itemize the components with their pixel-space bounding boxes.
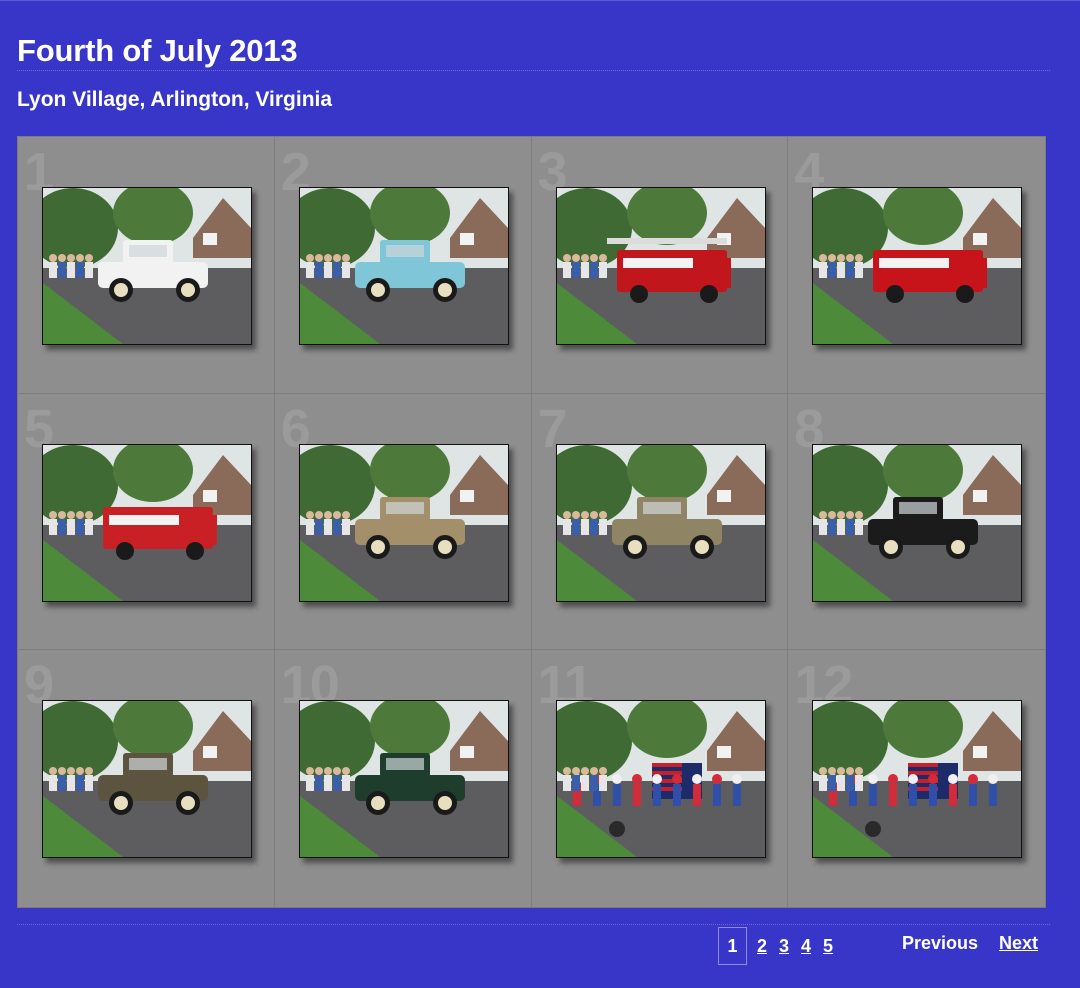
page-link-current: 1 xyxy=(718,927,747,965)
photo-image xyxy=(299,444,508,601)
gallery-cell: 2 xyxy=(274,137,532,394)
photo-image xyxy=(43,701,251,858)
photo-image xyxy=(556,444,765,601)
gallery-cell: 7 xyxy=(531,393,789,651)
page-link[interactable]: 2 xyxy=(757,936,767,957)
photo-thumbnail[interactable] xyxy=(42,187,252,345)
photo-grid: 1 2 3 4 5 6 7 8 9 10 11 12 xyxy=(17,136,1046,908)
photo-thumbnail[interactable] xyxy=(42,443,252,602)
page-header: Fourth of July 2013 Lyon Village, Arling… xyxy=(17,32,1050,113)
gallery-cell: 1 xyxy=(18,137,275,394)
photo-image xyxy=(813,701,1022,858)
gallery-cell: 6 xyxy=(274,393,532,651)
gallery-cell: 12 xyxy=(788,650,1045,907)
page-subtitle: Lyon Village, Arlington, Virginia xyxy=(17,88,333,111)
photo-thumbnail[interactable] xyxy=(555,443,766,602)
photo-thumbnail[interactable] xyxy=(812,443,1023,602)
photo-thumbnail[interactable] xyxy=(298,443,509,602)
previous-link: Previous xyxy=(902,933,979,953)
next-link[interactable]: Next xyxy=(999,933,1038,954)
photo-image xyxy=(299,701,508,858)
title-divider xyxy=(17,70,1050,71)
page-title: Fourth of July 2013 xyxy=(17,33,298,68)
photo-thumbnail[interactable] xyxy=(298,187,509,345)
page-link[interactable]: 5 xyxy=(823,936,833,957)
photo-thumbnail[interactable] xyxy=(812,700,1023,859)
photo-thumbnail[interactable] xyxy=(555,700,766,859)
photo-image xyxy=(43,188,251,344)
top-border xyxy=(0,0,1080,1)
gallery-cell: 8 xyxy=(788,394,1045,651)
photo-thumbnail[interactable] xyxy=(42,700,252,859)
gallery-cell: 10 xyxy=(275,650,532,907)
gallery-cell: 5 xyxy=(18,393,275,651)
photo-image xyxy=(43,444,251,601)
photo-thumbnail[interactable] xyxy=(298,700,509,859)
gallery-cell: 3 xyxy=(531,137,789,394)
photo-image xyxy=(556,701,765,858)
page-link[interactable]: 3 xyxy=(779,936,789,957)
photo-thumbnail[interactable] xyxy=(812,187,1023,345)
photo-image xyxy=(299,188,508,344)
gallery-cell: 11 xyxy=(532,650,789,907)
photo-thumbnail[interactable] xyxy=(555,187,766,345)
photo-image xyxy=(813,444,1022,601)
gallery-cell: 9 xyxy=(18,650,275,907)
page-link[interactable]: 4 xyxy=(801,936,811,957)
footer-divider xyxy=(17,924,1050,925)
photo-image xyxy=(813,188,1022,344)
pagination: 1 2 3 4 5 xyxy=(718,926,845,966)
gallery-cell: 4 xyxy=(788,137,1045,394)
photo-image xyxy=(556,188,765,344)
